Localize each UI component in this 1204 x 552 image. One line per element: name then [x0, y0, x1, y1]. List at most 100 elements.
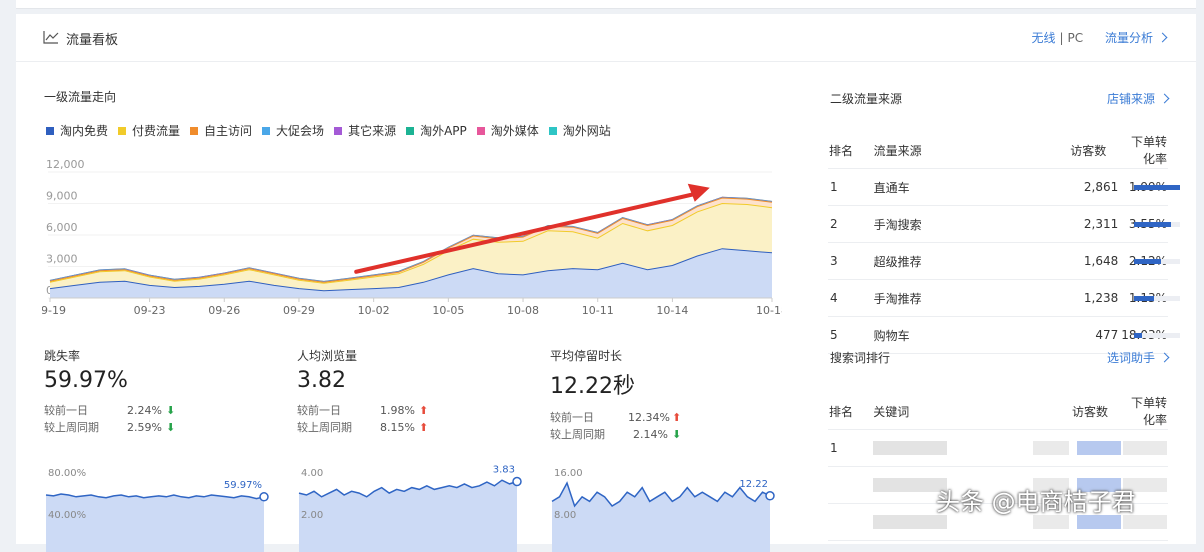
table-header: 排名 关键词 访客数 下单转化率 [828, 393, 1168, 430]
legend-swatch [406, 127, 415, 135]
compare-row: 较前一日 1.98% ⬆ [297, 402, 537, 419]
blurred-text [1123, 515, 1167, 530]
spark-area [552, 483, 770, 552]
link-separator: | [1059, 31, 1064, 45]
chevron-right-icon [1159, 93, 1170, 104]
x-tick-label: 10-11 [582, 304, 614, 317]
row-source: 购物车 [872, 316, 990, 354]
compare-row: 较上周同期 2.59% ⬇ [44, 419, 284, 436]
row-rank: 2 [828, 205, 873, 243]
col-keyword: 关键词 [872, 393, 1002, 430]
col-source: 流量来源 [872, 132, 990, 169]
row-source: 手淘推荐 [872, 279, 990, 317]
legend-item[interactable]: 淘外媒体 [476, 122, 539, 139]
row-source: 超级推荐 [872, 242, 990, 280]
x-tick-label: 10-08 [507, 304, 539, 317]
metric-compare: 较前一日 1.98% ⬆ 较上周同期 8.15% ⬆ [297, 402, 537, 436]
metric-value: 12.22秒 [550, 374, 635, 399]
legend-label: 自主访问 [204, 124, 253, 138]
blurred-bar [1077, 515, 1121, 530]
keyword-helper-link[interactable]: 选词助手 [1107, 349, 1170, 366]
visitor-share-bar [1134, 259, 1181, 264]
col-visitors: 访客数 [1001, 393, 1122, 430]
pc-link[interactable]: PC [1068, 31, 1084, 45]
row-rank [828, 466, 873, 504]
panel-title: 流量看板 [66, 33, 119, 48]
legend-item[interactable]: 淘外网站 [548, 122, 611, 139]
table-header: 排名 流量来源 访客数 下单转化率 [828, 132, 1168, 169]
compare-pct: 12.34% [628, 411, 670, 424]
visitors-value: 1,238 [1083, 291, 1119, 305]
legend-item[interactable]: 大促会场 [262, 122, 324, 139]
visitor-share-bar [1134, 222, 1181, 227]
primary-traffic-area-chart: 12,0009,0006,0003,000009-1909-2309-2609-… [42, 158, 782, 317]
blurred-text [1123, 441, 1167, 456]
traffic-dashboard-panel: 流量看板 无线 | PC 流量分析 一级流量走向 淘内免费 付费流量 自主访问 大促会场 其… [16, 14, 1196, 552]
legend-swatch [334, 127, 343, 135]
keyword-title: 搜索词排行 [830, 351, 891, 365]
metric-card: 跳失率 59.97% 较前一日 2.24% ⬇ 较上周同期 2.59% ⬇ [44, 347, 284, 436]
table-row[interactable]: 4手淘推荐1,2381.13% [828, 279, 1181, 317]
col-rate: 下单转化率 [1120, 132, 1168, 169]
x-tick-label: 09-29 [283, 304, 315, 317]
legend-label: 其它来源 [348, 124, 397, 138]
visitor-share-fill [1134, 259, 1162, 264]
visitors-value: 2,311 [1083, 217, 1119, 231]
legend-label: 大促会场 [276, 124, 325, 138]
metric-value: 59.97% [44, 368, 128, 393]
legend-swatch [262, 127, 271, 135]
blurred-text [1033, 515, 1069, 530]
spark-last-point [512, 476, 522, 487]
arrow-down-icon: ⬇ [166, 421, 176, 434]
shop-source-link[interactable]: 店铺来源 [1107, 90, 1170, 107]
col-visitors: 访客数 [989, 132, 1121, 169]
legend-swatch [46, 127, 54, 135]
visitor-share-bar [1134, 333, 1181, 338]
x-tick-label: 09-26 [208, 304, 240, 317]
traffic-analysis-label: 流量分析 [1104, 31, 1153, 45]
compare-pct: 2.14% [633, 428, 668, 441]
table-row[interactable]: 3超级推荐1,6482.12% [828, 242, 1181, 280]
x-tick-label: 09-23 [134, 304, 166, 317]
traffic-analysis-link[interactable]: 流量分析 [1104, 31, 1168, 45]
compare-pct: 2.59% [127, 421, 162, 434]
legend-label: 淘外媒体 [490, 124, 539, 138]
x-tick-label: 09-19 [42, 304, 66, 317]
compare-label: 较前一日 [550, 411, 594, 424]
compare-pct: 2.24% [127, 404, 162, 417]
visitor-share-fill [1134, 333, 1143, 338]
spark-mid-label: 2.00 [301, 510, 323, 521]
legend-swatch [118, 127, 127, 135]
legend-item[interactable]: 淘外APP [406, 122, 467, 139]
table-row[interactable]: 1 [828, 429, 1168, 467]
legend-item[interactable]: 付费流量 [118, 122, 180, 139]
table-row[interactable]: 1直通车2,8611.99% [828, 168, 1181, 206]
row-source: 手淘搜索 [872, 205, 990, 243]
row-rank: 5 [828, 316, 873, 354]
compare-row: 较上周同期 2.14% ⬇ [550, 426, 790, 443]
spark-mid-label: 8.00 [554, 510, 576, 521]
row-source: 直通车 [872, 168, 990, 206]
chevron-right-icon [1157, 32, 1168, 43]
row-rank: 3 [828, 242, 873, 280]
table-row[interactable]: 5购物车47718.03% [828, 316, 1181, 354]
compare-pct: 1.98% [380, 404, 415, 417]
legend-item[interactable]: 其它来源 [334, 122, 396, 139]
table-row[interactable]: 2手淘搜索2,3113.55% [828, 205, 1181, 243]
legend-swatch [476, 127, 485, 135]
legend-label: 淘外网站 [562, 124, 611, 138]
row-rank: 4 [828, 279, 873, 317]
spark-last-label: 59.97% [224, 480, 262, 491]
legend-item[interactable]: 淘内免费 [46, 122, 108, 139]
spark-last-point [765, 491, 775, 501]
compare-label: 较上周同期 [550, 428, 605, 441]
wireless-link[interactable]: 无线 [1031, 31, 1055, 45]
visitor-share-fill [1134, 222, 1172, 227]
compare-row: 较前一日 12.34% ⬆ [550, 409, 790, 426]
metric-sparkline: 4.00 2.00 3.83 [298, 465, 522, 552]
legend-item[interactable]: 自主访问 [190, 122, 252, 139]
header-links: 无线 | PC 流量分析 [1031, 29, 1168, 46]
spark-mid-label: 40.00% [48, 510, 86, 521]
blurred-text [873, 515, 948, 530]
legend-label: 付费流量 [132, 124, 181, 138]
